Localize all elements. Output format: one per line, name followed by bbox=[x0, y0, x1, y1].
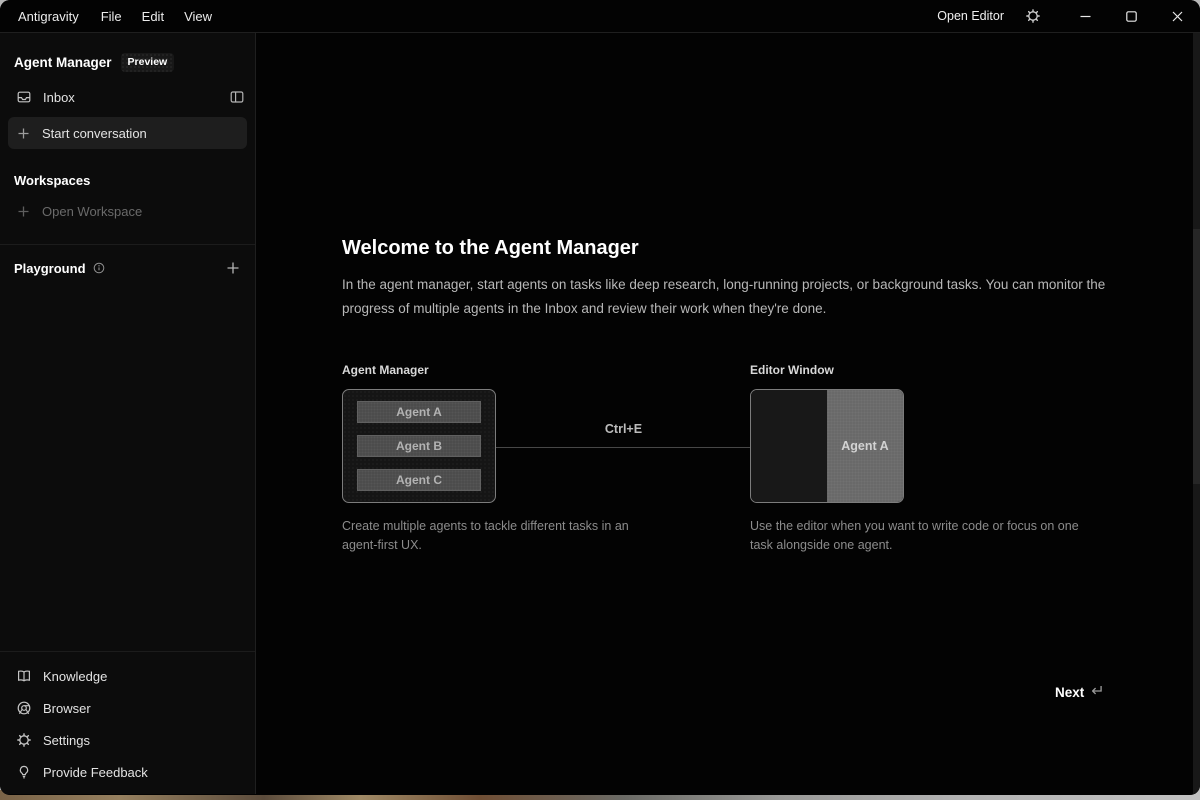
plus-icon bbox=[16, 204, 31, 219]
start-conversation-label: Start conversation bbox=[42, 125, 147, 141]
sidebar-item-settings[interactable]: Settings bbox=[0, 724, 255, 756]
agent-b-bar: Agent B bbox=[357, 435, 481, 457]
toggle-panel-button[interactable] bbox=[229, 89, 245, 105]
settings-label: Settings bbox=[43, 732, 90, 748]
gear-icon bbox=[16, 732, 32, 748]
connector-line bbox=[496, 447, 751, 448]
menu-antigravity[interactable]: Antigravity bbox=[18, 9, 79, 24]
menu-view[interactable]: View bbox=[184, 9, 212, 24]
agent-manager-diagram-label: Agent Manager bbox=[342, 363, 429, 377]
sidebar-item-browser[interactable]: Browser bbox=[0, 692, 255, 724]
maximize-button[interactable] bbox=[1108, 0, 1154, 33]
agent-manager-caption: Create multiple agents to tackle differe… bbox=[342, 519, 629, 552]
plus-icon bbox=[225, 260, 241, 276]
browser-icon bbox=[16, 700, 32, 716]
close-icon bbox=[1172, 11, 1183, 22]
browser-label: Browser bbox=[43, 700, 91, 716]
agent-a-bar: Agent A bbox=[357, 401, 481, 423]
titlebar-right: Open Editor bbox=[937, 0, 1200, 32]
inbox-icon bbox=[16, 89, 32, 105]
shortcut-label: Ctrl+E bbox=[604, 422, 643, 436]
minimize-icon bbox=[1080, 11, 1091, 22]
workspaces-section-title: Workspaces bbox=[14, 173, 91, 188]
start-conversation-button[interactable]: Start conversation bbox=[8, 117, 247, 149]
page-title: Welcome to the Agent Manager bbox=[342, 237, 639, 259]
editor-window-caption: Use the editor when you want to write co… bbox=[750, 519, 1079, 552]
scrollbar-thumb[interactable] bbox=[1193, 229, 1200, 484]
split-panel-icon bbox=[229, 89, 245, 105]
gear-icon bbox=[1025, 8, 1041, 24]
agent-manager-diagram: Agent A Agent B Agent C bbox=[342, 389, 496, 503]
open-workspace-label: Open Workspace bbox=[42, 203, 143, 219]
editor-window-diagram: Agent A bbox=[750, 389, 904, 503]
settings-gear-button[interactable] bbox=[1018, 0, 1048, 33]
book-icon bbox=[16, 668, 32, 684]
return-enter-icon: ↵ bbox=[1091, 683, 1105, 700]
info-icon[interactable] bbox=[93, 262, 105, 274]
editor-code-pane bbox=[751, 390, 827, 502]
playground-add-button[interactable] bbox=[225, 260, 241, 276]
sidebar-header: Agent Manager Preview bbox=[14, 53, 241, 72]
provide-feedback-label: Provide Feedback bbox=[43, 764, 148, 780]
menu-file[interactable]: File bbox=[101, 9, 122, 24]
playground-title: Playground bbox=[14, 260, 86, 276]
inbox-label: Inbox bbox=[43, 89, 75, 105]
title-bar: Antigravity File Edit View Open Editor bbox=[0, 0, 1200, 33]
open-editor-button[interactable]: Open Editor bbox=[937, 9, 1004, 23]
next-button[interactable]: Next ↵ bbox=[1055, 684, 1105, 700]
agent-manager-title: Agent Manager bbox=[14, 55, 112, 70]
editor-agent-pane: Agent A bbox=[827, 390, 903, 502]
knowledge-label: Knowledge bbox=[43, 668, 108, 684]
app-window: Antigravity File Edit View Open Editor A… bbox=[0, 0, 1200, 795]
sidebar-item-knowledge[interactable]: Knowledge bbox=[0, 660, 255, 692]
next-label: Next bbox=[1055, 684, 1085, 700]
sidebar-item-inbox[interactable]: Inbox bbox=[0, 82, 255, 112]
playground-section: Playground bbox=[14, 260, 241, 276]
sidebar: Agent Manager Preview Inbox Start conver… bbox=[0, 33, 256, 794]
main-content: Welcome to the Agent Manager In the agen… bbox=[256, 33, 1200, 794]
page-description: In the agent manager, start agents on ta… bbox=[342, 277, 1106, 316]
open-workspace-button[interactable]: Open Workspace bbox=[0, 196, 255, 226]
close-button[interactable] bbox=[1154, 0, 1200, 33]
agent-c-bar: Agent C bbox=[357, 469, 481, 491]
plus-icon bbox=[16, 126, 31, 141]
maximize-icon bbox=[1125, 10, 1137, 22]
sidebar-bottom: Knowledge Browser Settings Provide Feedb… bbox=[0, 651, 255, 794]
editor-window-diagram-label: Editor Window bbox=[750, 363, 834, 377]
scrollbar-track[interactable] bbox=[1193, 33, 1200, 794]
sidebar-item-provide-feedback[interactable]: Provide Feedback bbox=[0, 756, 255, 788]
menu-edit[interactable]: Edit bbox=[142, 9, 164, 24]
lightbulb-icon bbox=[16, 764, 32, 780]
preview-badge: Preview bbox=[120, 53, 175, 72]
sidebar-divider bbox=[0, 244, 255, 245]
minimize-button[interactable] bbox=[1062, 0, 1108, 33]
